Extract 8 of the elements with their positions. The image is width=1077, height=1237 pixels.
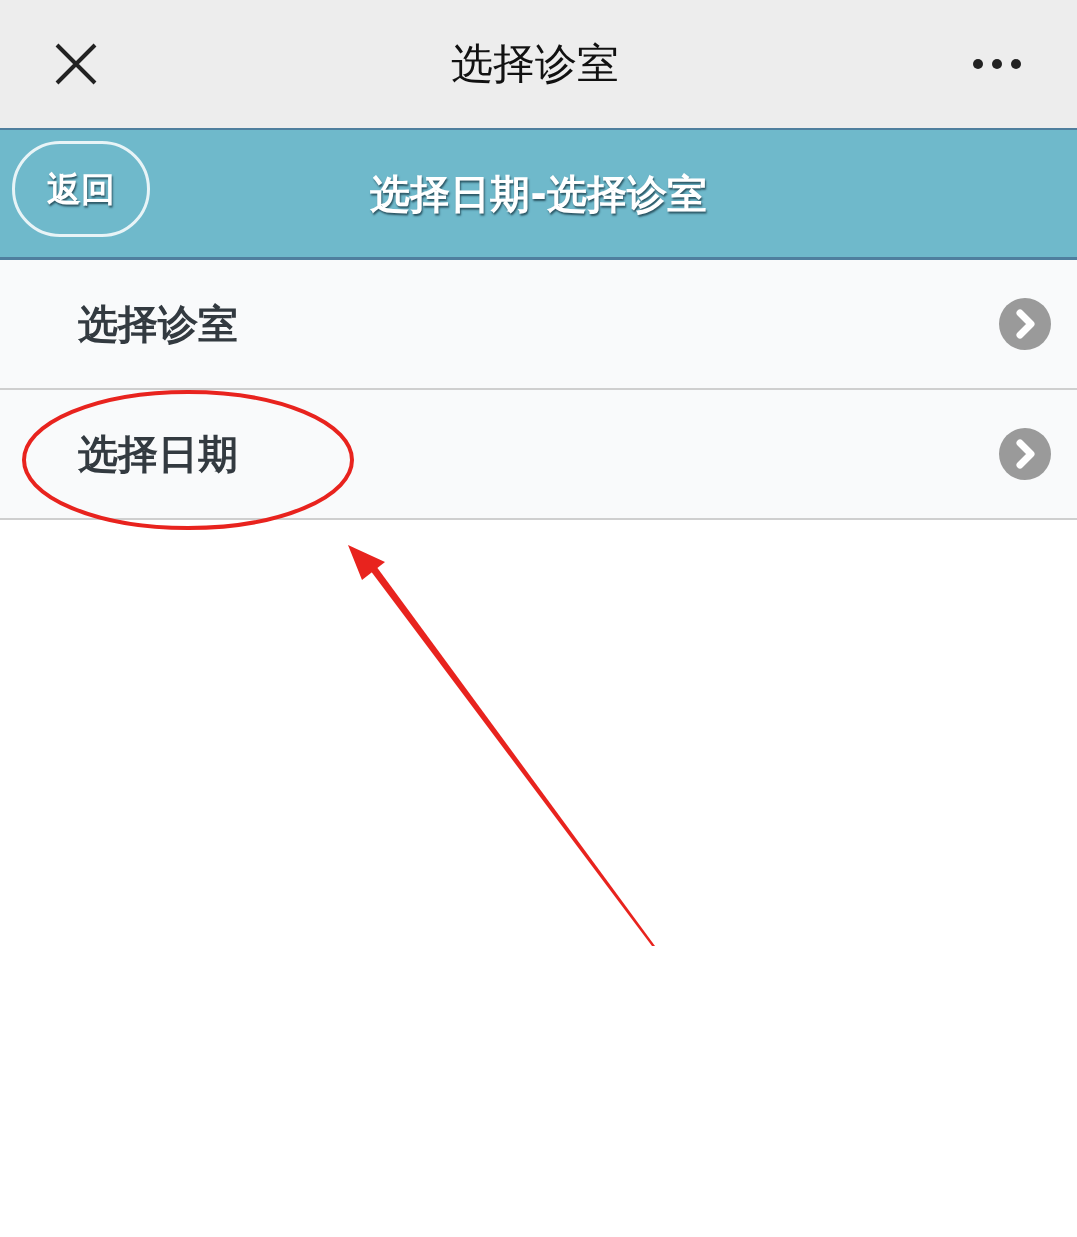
close-icon[interactable] <box>55 43 97 85</box>
chevron-icon <box>999 298 1051 350</box>
menu-item[interactable]: 选择日期 <box>0 390 1077 520</box>
page-title: 选择诊室 <box>450 43 619 85</box>
chevron-icon <box>999 428 1051 480</box>
menu-item[interactable]: 选择诊室 <box>0 260 1077 390</box>
more-icon[interactable] <box>972 58 1022 70</box>
header-title: 选择日期-选择诊室 <box>370 169 707 219</box>
